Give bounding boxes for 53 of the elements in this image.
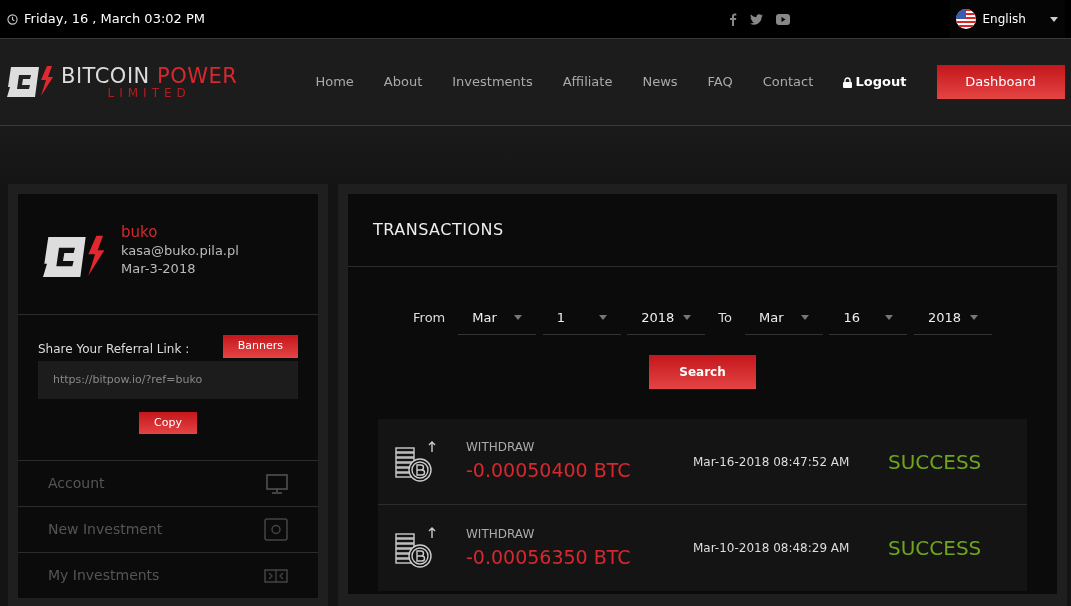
video-play-icon[interactable]: [775, 13, 790, 25]
to-year-select[interactable]: 2018: [913, 301, 992, 335]
coin-stack-icon: [394, 526, 438, 570]
nav-link[interactable]: Investments: [452, 72, 533, 92]
transaction-date: Mar-16-2018 08:47:52 AM: [693, 453, 851, 471]
banners-button[interactable]: Banners: [222, 335, 298, 358]
nav-link[interactable]: Home: [315, 72, 354, 92]
transaction-status: SUCCESS: [888, 535, 982, 562]
sidebar-item-label: My Investments: [48, 566, 160, 586]
transaction-type: WITHDRAW: [466, 439, 536, 457]
from-day-select[interactable]: 1: [542, 301, 621, 335]
logout-link[interactable]: Logout: [843, 72, 907, 92]
logo-icon: [6, 65, 55, 99]
to-label: To: [718, 309, 732, 328]
nav-link[interactable]: FAQ: [707, 72, 733, 92]
transaction-type: WITHDRAW: [466, 525, 536, 543]
split-panel-icon: [264, 568, 288, 583]
referral-link-field[interactable]: https://bitpow.io/?ref=buko: [38, 360, 298, 399]
nav-link[interactable]: News: [642, 72, 678, 92]
date-time: Friday, 16 , March 03:02 PM: [24, 10, 206, 29]
avatar-logo-icon: [43, 234, 107, 280]
nav-link[interactable]: Contact: [762, 72, 814, 92]
sidebar-item-label: New Investment: [48, 520, 163, 540]
flag-icon: [956, 9, 976, 29]
from-month-select[interactable]: Mar: [458, 301, 537, 335]
transaction-amount: -0.00056350 BTC: [466, 544, 632, 570]
transaction-date: Mar-10-2018 08:48:29 AM: [693, 540, 851, 557]
user-email: kasa@buko.pila.pl: [121, 242, 239, 260]
clock-icon: [6, 13, 18, 25]
language-selector[interactable]: English: [949, 0, 1065, 38]
site-logo[interactable]: BITCOIN POWER LIMITED: [6, 65, 238, 99]
monitor-icon: [266, 473, 288, 494]
nav-link[interactable]: About: [383, 72, 423, 92]
search-button[interactable]: Search: [649, 355, 756, 389]
nav-link[interactable]: Affiliate: [562, 72, 613, 92]
copy-button[interactable]: Copy: [139, 411, 197, 435]
transaction-amount: -0.00050400 BTC: [466, 458, 632, 484]
section-title: TRANSACTIONS: [373, 220, 504, 239]
safe-icon: [264, 517, 288, 542]
from-year-select[interactable]: 2018: [627, 301, 706, 335]
from-label: From: [413, 309, 446, 328]
join-date: Mar-3-2018: [121, 259, 197, 278]
to-day-select[interactable]: 16: [829, 301, 908, 335]
dashboard-button[interactable]: Dashboard: [936, 65, 1065, 99]
to-month-select[interactable]: Mar: [744, 301, 823, 335]
twitter-icon[interactable]: [749, 13, 763, 25]
sidebar-item-label: Account: [48, 474, 105, 494]
username: buko: [121, 222, 159, 243]
referral-label: Share Your Referral Link :: [38, 340, 190, 358]
coin-stack-icon: [394, 439, 438, 484]
facebook-icon[interactable]: [728, 12, 737, 26]
lock-icon: [843, 76, 853, 88]
transaction-status: SUCCESS: [888, 448, 982, 476]
